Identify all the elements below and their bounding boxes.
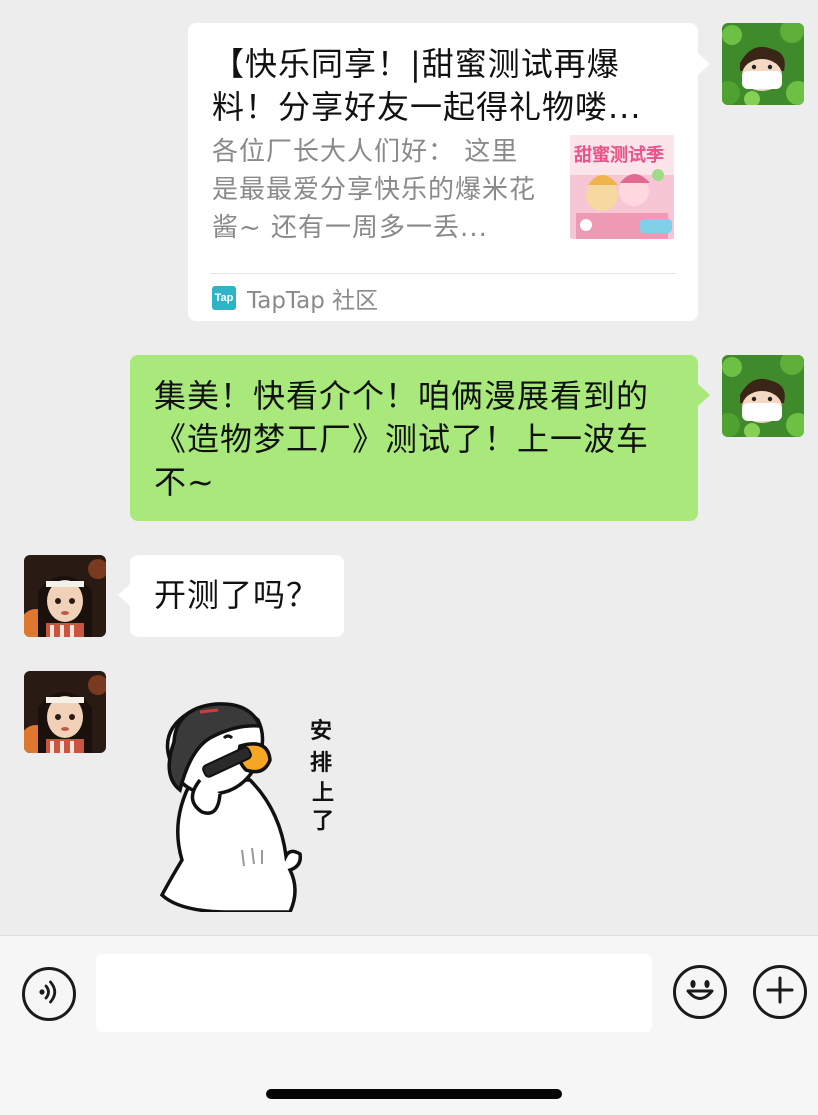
more-button[interactable]	[753, 965, 807, 1019]
contact-avatar[interactable]	[24, 555, 106, 637]
link-card-divider	[210, 273, 676, 274]
sticker-char-4: 了	[312, 809, 334, 834]
link-card-description: 各位厂长大人们好： 这里是最最爱分享快乐的爆米花酱~ 还有一周多一丢...	[212, 137, 537, 243]
emoji-button[interactable]	[673, 965, 727, 1019]
duck-on-phone-sticker[interactable]: 安 排 上 了	[140, 690, 360, 914]
chat-screen: 【快乐同享！|甜蜜测试再爆料！分享好友一起得礼物喽... 各位厂长大人们好： 这…	[0, 0, 818, 1115]
message-input[interactable]	[96, 954, 652, 1032]
link-card-source-name: TapTap 社区	[247, 288, 379, 314]
home-indicator[interactable]	[266, 1089, 562, 1099]
self-avatar[interactable]	[722, 355, 804, 437]
sticker-char-3: 上	[312, 781, 334, 806]
thumbnail-caption: 甜蜜测试季	[574, 144, 664, 166]
emoji-icon	[680, 970, 720, 1014]
link-card-thumbnail: 甜蜜测试季	[570, 135, 674, 239]
link-card-bubble[interactable]: 【快乐同享！|甜蜜测试再爆料！分享好友一起得礼物喽... 各位厂长大人们好： 这…	[188, 23, 698, 321]
bubble-tail	[698, 384, 710, 406]
self-text-bubble[interactable]: 集美！快看介个！咱俩漫展看到的《造物梦工厂》测试了！上一波车不~	[130, 355, 698, 521]
contact-text-bubble[interactable]: 开测了吗？	[130, 555, 344, 637]
link-card-title: 【快乐同享！|甜蜜测试再爆料！分享好友一起得礼物喽...	[212, 45, 642, 126]
link-card-source: Tap TapTap 社区	[212, 283, 379, 314]
taptap-logo-icon: Tap	[212, 286, 236, 310]
bubble-tail	[698, 53, 710, 75]
voice-button[interactable]	[22, 967, 76, 1021]
self-avatar[interactable]	[722, 23, 804, 105]
voice-icon	[34, 977, 64, 1011]
contact-message-text: 开测了吗？	[154, 576, 320, 614]
sticker-char-2: 排	[310, 751, 332, 776]
plus-icon	[764, 974, 796, 1010]
chat-input-bar	[0, 935, 818, 1115]
bubble-tail	[118, 584, 130, 606]
contact-avatar[interactable]	[24, 671, 106, 753]
self-message-text: 集美！快看介个！咱俩漫展看到的《造物梦工厂》测试了！上一波车不~	[154, 377, 650, 501]
sticker-char-1: 安	[310, 718, 332, 744]
